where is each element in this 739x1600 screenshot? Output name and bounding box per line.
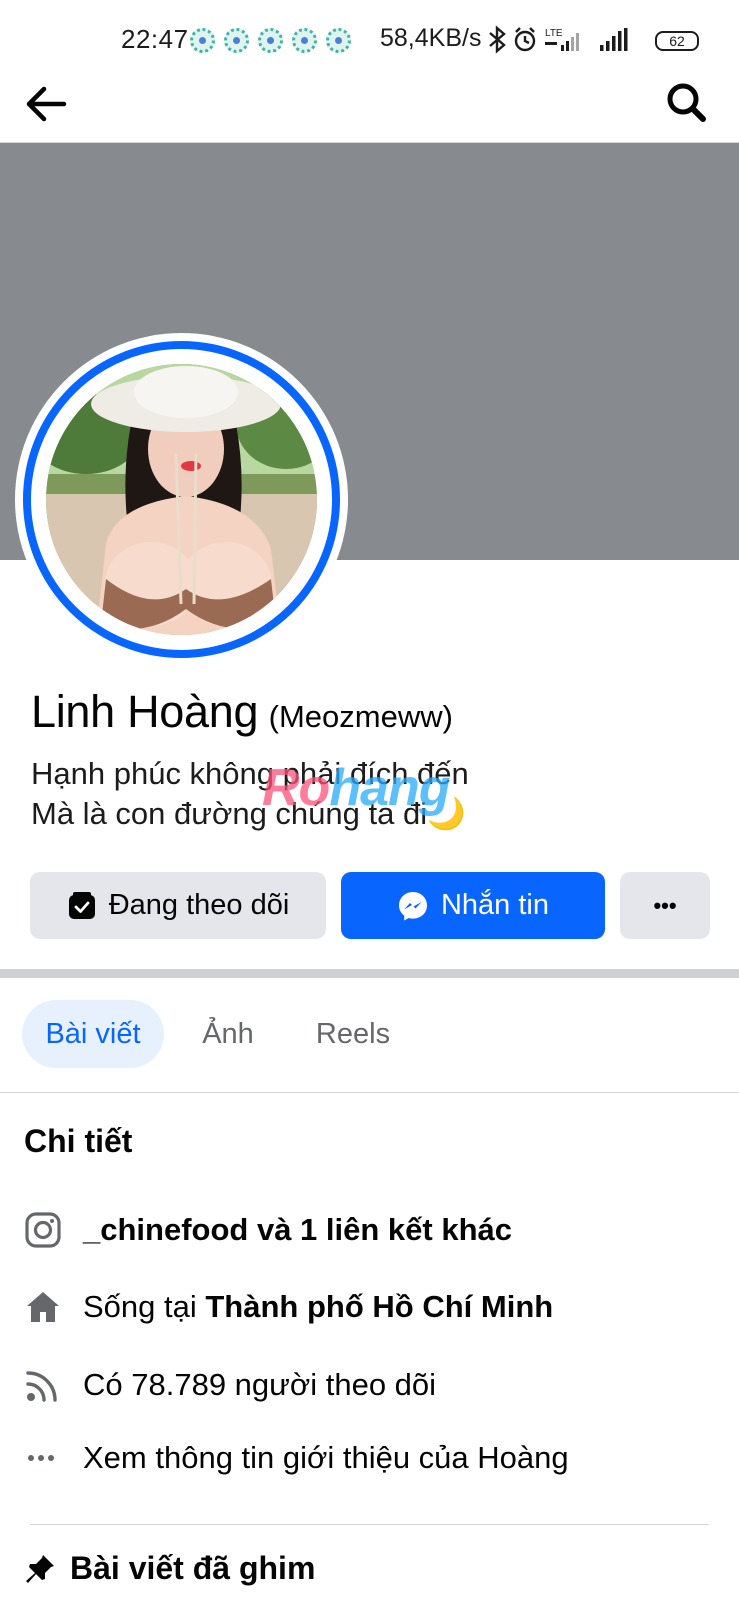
battery-icon: 62 [655,31,699,51]
message-label: Nhắn tin [440,889,549,921]
back-button[interactable] [24,82,68,126]
alarm-icon [514,27,536,52]
status-bar: 22:47 58,4KB/s LTE 62 [0,0,739,80]
following-button[interactable]: Đang theo dõi [30,872,326,939]
tab-reels[interactable]: Reels [300,1000,406,1068]
details-divider [30,1524,709,1525]
message-button[interactable]: Nhắn tin [341,872,605,939]
detail-followers[interactable]: Có 78.789 người theo dõi [24,1360,724,1410]
app-notification-icon [190,28,215,53]
search-icon [667,83,706,122]
system-status-icons: LTE [489,25,628,54]
instagram-text: _chinefood và 1 liên kết khác [83,1212,512,1247]
status-time: 22:47 [121,24,189,54]
see-about-text: Xem thông tin giới thiệu của Hoàng [83,1440,569,1475]
app-notification-icon [224,28,249,53]
tabs-divider [0,1092,739,1093]
more-dots-icon [24,1439,62,1477]
tab-posts[interactable]: Bài viết [22,1000,164,1068]
tab-photos[interactable]: Ảnh [180,1000,276,1068]
profile-photo-illustration [46,364,317,635]
bluetooth-icon [489,25,506,54]
profile-name-line: Linh Hoàng (Meozmeww) [31,686,453,738]
detail-see-about[interactable]: Xem thông tin giới thiệu của Hoàng [24,1433,724,1483]
home-icon [24,1288,62,1326]
avatar-image [46,364,317,635]
alternate-name: (Meozmeww) [268,699,453,734]
messenger-icon [397,890,429,922]
rss-followers-icon [24,1366,62,1404]
more-options-button[interactable]: ••• [620,872,710,939]
notification-icons [190,28,351,54]
more-dots-icon: ••• [653,892,677,918]
search-button[interactable] [664,80,708,124]
instagram-icon [24,1211,62,1249]
watermark-logo: Rohang [262,759,451,817]
lives-in-text: Sống tại Thành phố Hồ Chí Minh [83,1289,554,1324]
detail-instagram-link[interactable]: _chinefood và 1 liên kết khác [24,1205,724,1255]
following-check-icon [67,891,97,921]
pin-icon [26,1554,54,1583]
followers-text: Có 78.789 người theo dõi [83,1367,437,1402]
following-label: Đang theo dõi [108,889,290,921]
profile-avatar[interactable] [15,333,348,666]
arrow-left-icon [26,86,67,122]
app-notification-icon [292,28,317,53]
detail-lives-in: Sống tại Thành phố Hồ Chí Minh [24,1282,724,1332]
app-notification-icon [326,28,351,53]
network-speed: 58,4KB/s [380,24,482,52]
details-heading: Chi tiết [24,1123,133,1159]
story-ring [23,341,340,658]
pinned-posts-header: Bài viết đã ghim [24,1550,315,1587]
signal-icon [600,28,628,51]
pinned-posts-label: Bài viết đã ghim [70,1550,316,1586]
profile-name: Linh Hoàng [31,686,259,737]
app-notification-icon [258,28,283,53]
section-divider [0,969,739,978]
lte-label: LTE [545,28,563,39]
